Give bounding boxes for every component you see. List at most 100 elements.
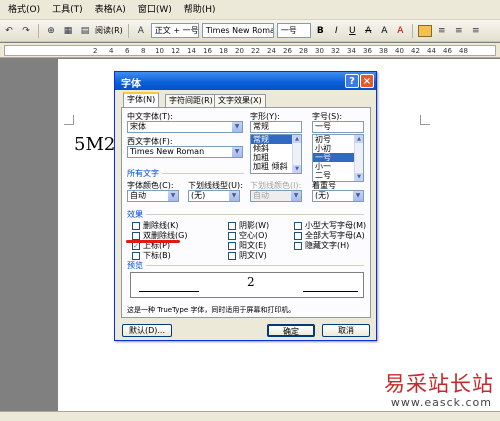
chevron-down-icon[interactable]: ▼: [232, 122, 242, 132]
table-icon[interactable]: ▦: [61, 24, 75, 38]
horizontal-ruler: 2 4 6 8 10 12 14 16 18 20 22 24 26 28 30…: [0, 43, 500, 58]
western-font-value: Times New Roman: [130, 147, 205, 156]
strikethrough-button[interactable]: A: [362, 24, 375, 38]
checkbox-box[interactable]: [132, 221, 140, 230]
dialog-titlebar[interactable]: 字体 ? ×: [115, 72, 376, 90]
watermark: 易采站长站 www.easck.com: [376, 368, 500, 414]
style-scrollbar[interactable]: ▲ ▼: [292, 135, 301, 173]
checkbox-box[interactable]: [132, 251, 140, 260]
menu-table[interactable]: 表格(A): [89, 0, 132, 20]
checkbox-box[interactable]: [294, 241, 302, 250]
font-combo[interactable]: Times New Roman: [201, 23, 274, 38]
size-list[interactable]: 初号 小初 一号 小一 二号 ▲ ▼: [312, 134, 364, 182]
emphasis-select[interactable]: (无) ▼: [312, 190, 364, 202]
scroll-up-icon[interactable]: ▲: [355, 135, 363, 143]
engrave-checkbox[interactable]: 阴文(V): [228, 250, 267, 261]
scroll-down-icon[interactable]: ▼: [355, 173, 363, 181]
font-tab-panel: 中文字体(T): 宋体 ▼ 西文字体(F): Times New Roman ▼…: [121, 107, 371, 318]
ruler-tick: 36: [363, 47, 372, 55]
style-combo[interactable]: 正文 + 一号: [150, 23, 199, 38]
ruler-tick: 18: [219, 47, 228, 55]
ruler-tick: 6: [125, 47, 130, 55]
checkbox-box[interactable]: [132, 231, 140, 240]
tab-character-spacing[interactable]: 字符间距(R): [165, 94, 217, 107]
preview-text: 2: [247, 275, 255, 289]
size-scrollbar[interactable]: ▲ ▼: [354, 135, 363, 181]
font-size-combo[interactable]: 一号: [276, 23, 311, 38]
ruler-tick: 40: [395, 47, 404, 55]
undo-icon[interactable]: ↶: [2, 24, 16, 38]
checkbox-box[interactable]: [294, 231, 302, 240]
watermark-url: www.easck.com: [390, 396, 492, 409]
western-font-select[interactable]: Times New Roman ▼: [127, 146, 243, 158]
ruler-tick: 14: [187, 47, 196, 55]
cancel-button[interactable]: 取消: [322, 324, 370, 337]
style-list[interactable]: 常规 倾斜 加粗 加粗 倾斜 ▲ ▼: [250, 134, 302, 174]
ruler-tick: 4: [109, 47, 114, 55]
checkbox-box[interactable]: [228, 251, 236, 260]
menu-format[interactable]: 格式(O): [2, 0, 46, 20]
menu-tools[interactable]: 工具(T): [46, 0, 89, 20]
redo-icon[interactable]: ↷: [19, 24, 33, 38]
font-color-select[interactable]: 自动 ▼: [127, 190, 179, 202]
ok-button[interactable]: 确定: [267, 324, 315, 337]
reading-icon[interactable]: ▤: [78, 24, 92, 38]
italic-button[interactable]: I: [330, 24, 343, 38]
reading-mode-button[interactable]: 阅读(R): [95, 25, 123, 36]
tab-font[interactable]: 字体(N): [123, 92, 160, 108]
ruler-strip[interactable]: 2 4 6 8 10 12 14 16 18 20 22 24 26 28 30…: [4, 45, 496, 56]
highlight-color-icon[interactable]: [417, 24, 432, 37]
toolbar-separator: [411, 23, 413, 38]
scroll-down-icon[interactable]: ▼: [293, 165, 301, 173]
menu-help[interactable]: 帮助(H): [178, 0, 222, 20]
checkbox-box[interactable]: [228, 241, 236, 250]
size-input[interactable]: 一号: [312, 121, 364, 133]
align-left-icon[interactable]: ≡: [435, 24, 449, 38]
styles-pane-icon[interactable]: A: [134, 24, 148, 38]
align-center-icon[interactable]: ≡: [452, 24, 466, 38]
chevron-down-icon[interactable]: ▼: [229, 191, 239, 201]
menu-window[interactable]: 窗口(W): [132, 0, 178, 20]
char-scale-button[interactable]: A: [378, 24, 391, 38]
ruler-tick: 2: [93, 47, 98, 55]
tab-text-effects[interactable]: 文字效果(X): [214, 94, 266, 107]
ruler-tick: 22: [251, 47, 260, 55]
ruler-tick: 24: [267, 47, 276, 55]
help-button[interactable]: ?: [345, 74, 359, 88]
document-text[interactable]: 5M2: [74, 134, 115, 155]
hidden-text-checkbox[interactable]: 隐藏文字(H): [294, 240, 349, 251]
font-color-button[interactable]: A: [394, 24, 407, 38]
chevron-down-icon[interactable]: ▼: [168, 191, 178, 201]
chevron-down-icon[interactable]: ▼: [232, 147, 242, 157]
ruler-tick: 28: [299, 47, 308, 55]
chevron-down-icon[interactable]: ▼: [353, 191, 363, 201]
close-button[interactable]: ×: [360, 74, 374, 88]
preview-box: 2: [130, 272, 364, 298]
all-text-group-title: 所有文字: [127, 169, 159, 178]
menu-bar: 格式(O) 工具(T) 表格(A) 窗口(W) 帮助(H): [0, 0, 500, 20]
scroll-up-icon[interactable]: ▲: [293, 135, 301, 143]
ruler-tick: 48: [459, 47, 468, 55]
underline-type-select[interactable]: (无) ▼: [188, 190, 240, 202]
ruler-tick: 16: [203, 47, 212, 55]
hyperlink-icon[interactable]: ⊕: [44, 24, 58, 38]
bold-button[interactable]: B: [314, 24, 327, 38]
chinese-font-select[interactable]: 宋体 ▼: [127, 121, 243, 133]
align-right-icon[interactable]: ≡: [469, 24, 483, 38]
group-divider: [146, 265, 364, 266]
underline-button[interactable]: U: [346, 24, 359, 38]
font-color-value: 自动: [130, 191, 146, 200]
ruler-tick: 10: [155, 47, 164, 55]
truetype-note: 这是一种 TrueType 字体，同时适用于屏幕和打印机。: [127, 306, 296, 314]
chevron-down-icon: ▼: [291, 191, 301, 201]
style-input[interactable]: 常规: [250, 121, 302, 133]
ruler-tick: 34: [347, 47, 356, 55]
default-button[interactable]: 默认(D)...: [122, 324, 172, 337]
checkbox-label: 阴文(V): [239, 251, 267, 260]
ruler-tick: 32: [331, 47, 340, 55]
group-divider: [162, 173, 244, 174]
checkbox-label: 隐藏文字(H): [305, 241, 350, 250]
checkbox-box[interactable]: [228, 221, 236, 230]
checkbox-box[interactable]: [294, 221, 302, 230]
checkbox-box[interactable]: [228, 231, 236, 240]
